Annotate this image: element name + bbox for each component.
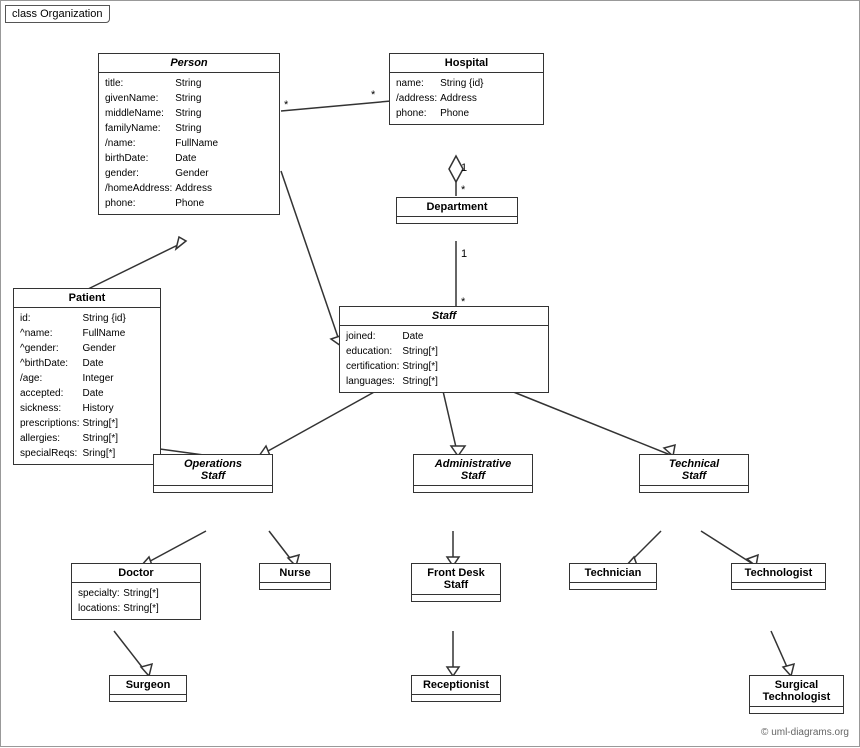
class-technologist-header: Technologist xyxy=(732,564,825,583)
class-operations-staff-header: OperationsStaff xyxy=(154,455,272,486)
class-staff: Staff joined:Date education:String[*] ce… xyxy=(339,306,549,393)
class-department-body xyxy=(397,217,517,223)
class-hospital-body: name:String {id} /address:Address phone:… xyxy=(390,73,543,124)
class-technician-header: Technician xyxy=(570,564,656,583)
class-front-desk-staff: Front DeskStaff xyxy=(411,563,501,602)
diagram-container: class Organization * * 1 * 1 * * * xyxy=(0,0,860,747)
class-nurse: Nurse xyxy=(259,563,331,590)
class-hospital: Hospital name:String {id} /address:Addre… xyxy=(389,53,544,125)
class-department: Department xyxy=(396,197,518,224)
class-receptionist-header: Receptionist xyxy=(412,676,500,695)
class-nurse-header: Nurse xyxy=(260,564,330,583)
class-operations-staff: OperationsStaff xyxy=(153,454,273,493)
class-operations-staff-body xyxy=(154,486,272,492)
copyright: © uml-diagrams.org xyxy=(761,727,849,738)
class-surgical-technologist: SurgicalTechnologist xyxy=(749,675,844,714)
class-technical-staff-body xyxy=(640,486,748,492)
class-person: Person title:String givenName:String mid… xyxy=(98,53,280,215)
class-front-desk-staff-body xyxy=(412,595,500,601)
class-person-header: Person xyxy=(99,54,279,73)
class-receptionist-body xyxy=(412,695,500,701)
class-technologist: Technologist xyxy=(731,563,826,590)
class-receptionist: Receptionist xyxy=(411,675,501,702)
class-administrative-staff-body xyxy=(414,486,532,492)
class-surgical-technologist-header: SurgicalTechnologist xyxy=(750,676,843,707)
class-technical-staff: TechnicalStaff xyxy=(639,454,749,493)
svg-text:*: * xyxy=(284,99,289,111)
class-person-body: title:String givenName:String middleName… xyxy=(99,73,279,214)
class-patient-header: Patient xyxy=(14,289,160,308)
class-technologist-body xyxy=(732,583,825,589)
svg-text:*: * xyxy=(371,89,376,101)
svg-text:1: 1 xyxy=(461,248,467,260)
diagram-title: class Organization xyxy=(5,5,110,23)
class-doctor: Doctor specialty:String[*] locations:Str… xyxy=(71,563,201,620)
class-surgeon: Surgeon xyxy=(109,675,187,702)
class-technician: Technician xyxy=(569,563,657,590)
class-front-desk-staff-header: Front DeskStaff xyxy=(412,564,500,595)
class-doctor-header: Doctor xyxy=(72,564,200,583)
svg-text:*: * xyxy=(461,184,466,196)
class-technician-body xyxy=(570,583,656,589)
class-staff-body: joined:Date education:String[*] certific… xyxy=(340,326,548,392)
class-surgical-technologist-body xyxy=(750,707,843,713)
class-administrative-staff-header: AdministrativeStaff xyxy=(414,455,532,486)
class-surgeon-body xyxy=(110,695,186,701)
class-doctor-body: specialty:String[*] locations:String[*] xyxy=(72,583,200,619)
class-surgeon-header: Surgeon xyxy=(110,676,186,695)
class-hospital-header: Hospital xyxy=(390,54,543,73)
class-patient-body: id:String {id} ^name:FullName ^gender:Ge… xyxy=(14,308,160,464)
svg-text:1: 1 xyxy=(461,162,467,174)
class-nurse-body xyxy=(260,583,330,589)
class-technical-staff-header: TechnicalStaff xyxy=(640,455,748,486)
class-department-header: Department xyxy=(397,198,517,217)
class-patient: Patient id:String {id} ^name:FullName ^g… xyxy=(13,288,161,465)
class-administrative-staff: AdministrativeStaff xyxy=(413,454,533,493)
class-staff-header: Staff xyxy=(340,307,548,326)
